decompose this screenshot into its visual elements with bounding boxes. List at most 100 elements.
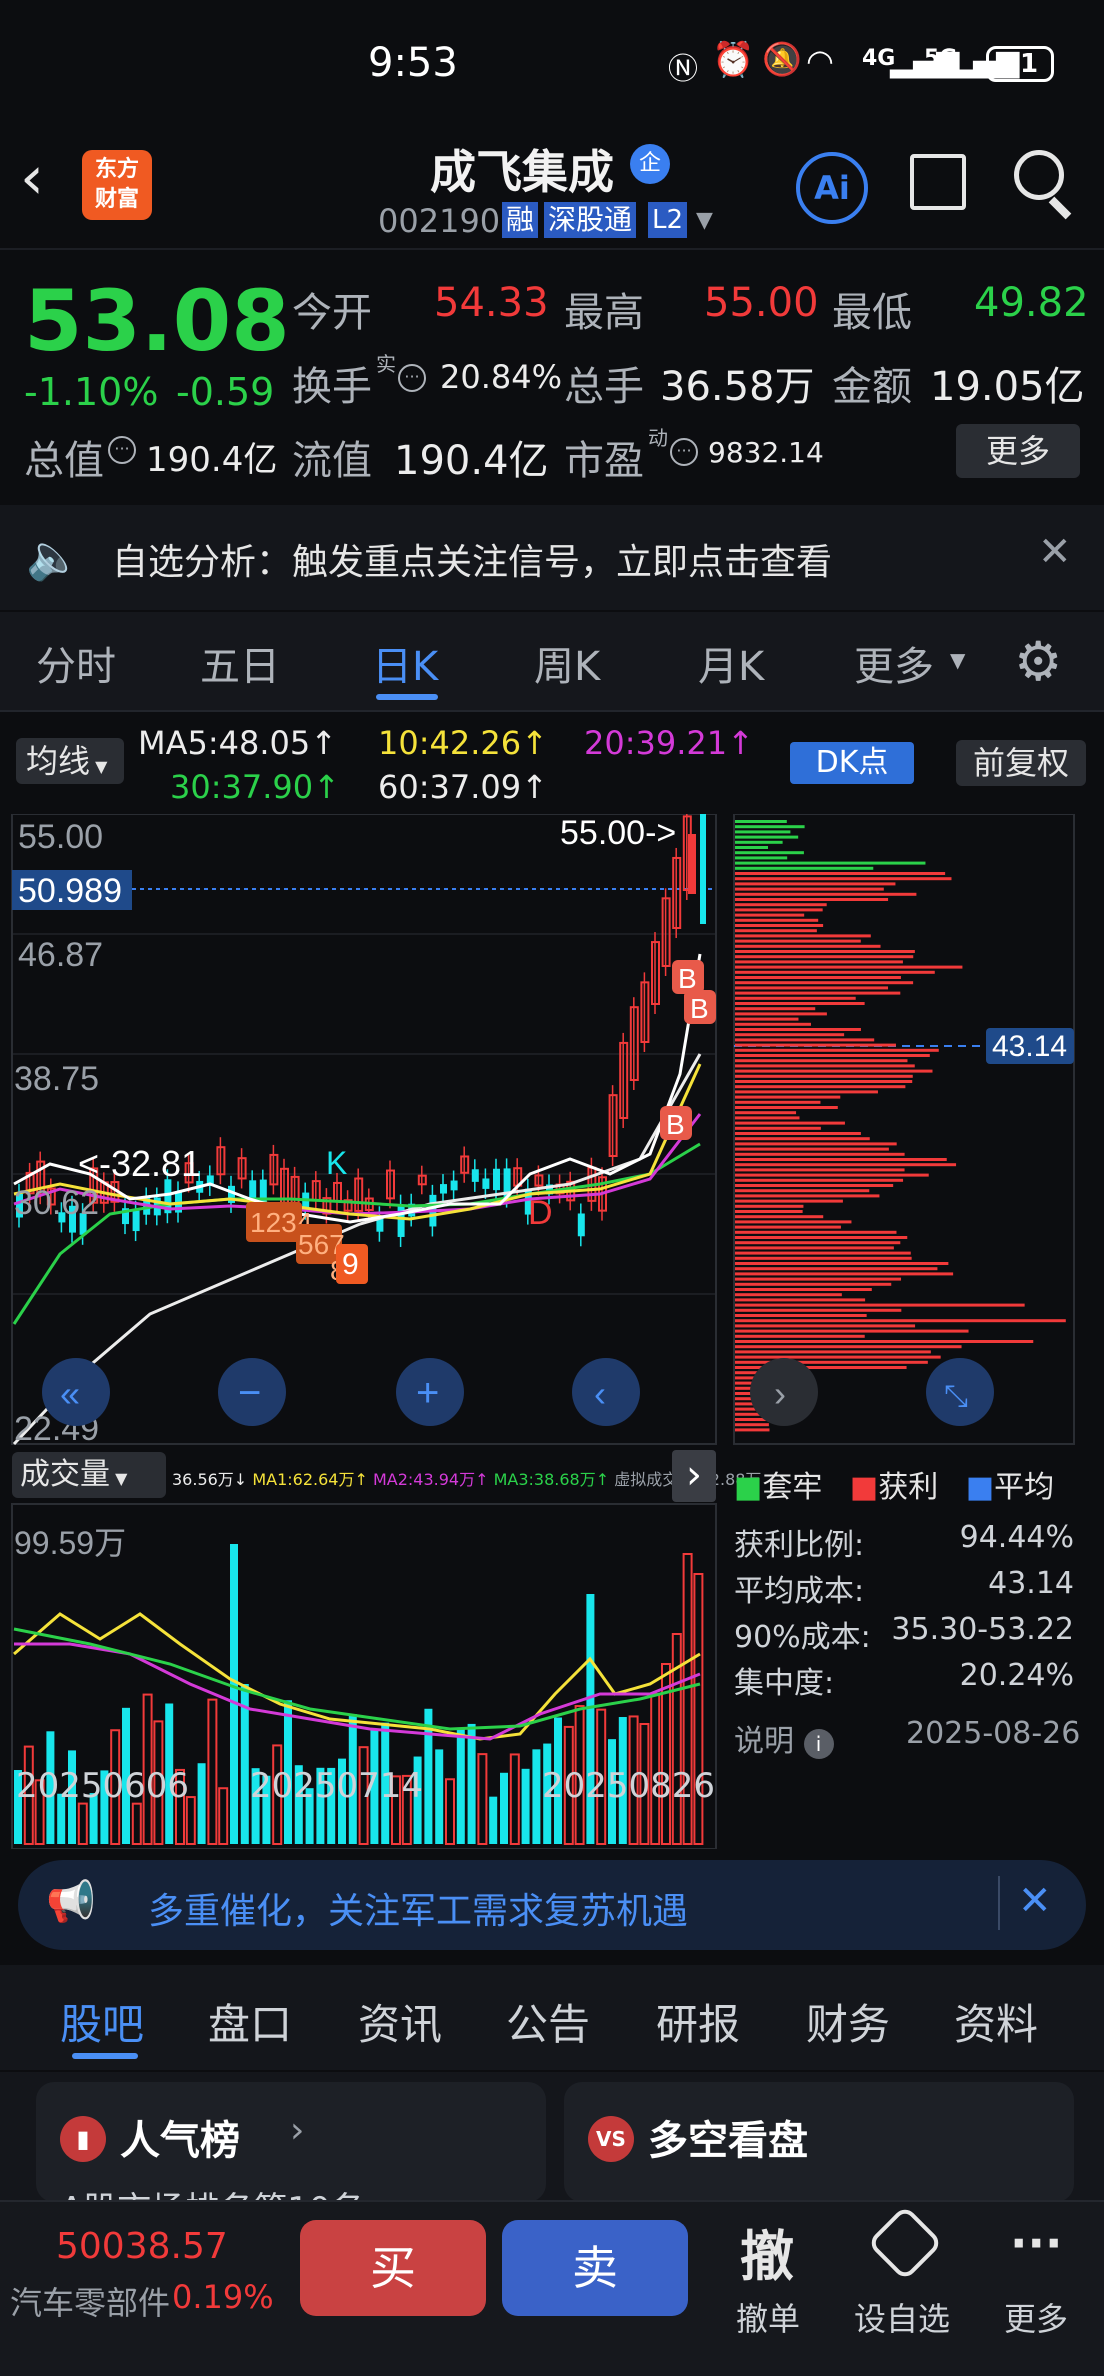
candle bbox=[440, 1184, 447, 1194]
chevron-right-icon[interactable]: › bbox=[672, 1450, 716, 1502]
chip-bar bbox=[735, 981, 914, 985]
close-icon[interactable]: ✕ bbox=[1018, 1878, 1052, 1924]
chip-stat-label: 获利比例: bbox=[734, 1528, 865, 1563]
stock-name: 成飞集成 bbox=[430, 145, 614, 199]
value-volume: 36.58万 bbox=[660, 364, 815, 410]
chip-bar bbox=[735, 1194, 880, 1198]
card-bull-bear[interactable]: VS 多空看盘 bbox=[564, 2082, 1074, 2202]
value-turnover: 20.84% bbox=[440, 358, 563, 396]
current-marker: 50.989 bbox=[18, 872, 122, 910]
dk-point-button[interactable]: DK点 bbox=[790, 742, 914, 784]
chevron-down-icon[interactable]: ▼ bbox=[696, 208, 713, 233]
card-popularity[interactable]: ▮ 人气榜 › A股市场排名第10名 bbox=[36, 2082, 546, 2202]
ai-button[interactable]: Ai bbox=[796, 152, 868, 224]
more-label[interactable]: 更多 bbox=[1004, 2294, 1068, 2340]
volume-bar bbox=[489, 1796, 498, 1844]
tab-monthly-k[interactable]: 月K bbox=[698, 634, 764, 692]
chip-bar bbox=[735, 1251, 911, 1255]
chip-note-label: 说明 bbox=[734, 1724, 794, 1759]
sell-button[interactable]: 卖 bbox=[502, 2220, 688, 2316]
chip-stat-value: 43.14 bbox=[988, 1566, 1074, 1601]
b-mark-2: B bbox=[690, 993, 709, 1024]
index-pct: 0.19% bbox=[172, 2278, 274, 2316]
buy-button[interactable]: 买 bbox=[300, 2220, 486, 2316]
scroll-left-button[interactable] bbox=[572, 1358, 640, 1426]
info-dots-icon[interactable]: ··· bbox=[670, 438, 698, 466]
chip-bar bbox=[735, 820, 787, 823]
label-open: 今开 bbox=[292, 290, 372, 336]
chip-note[interactable]: 说明 i bbox=[734, 1716, 834, 1760]
chip-bar bbox=[735, 929, 817, 933]
promo-banner[interactable]: 📢 多重催化，关注军工需求复苏机遇 ✕ bbox=[18, 1860, 1086, 1950]
tab-weekly-k[interactable]: 周K bbox=[534, 634, 600, 692]
legend-average: 平均 bbox=[994, 1470, 1055, 1505]
tab-research[interactable]: 研报 bbox=[656, 1991, 740, 2052]
volume-bar bbox=[509, 1753, 520, 1846]
sup-dong: 动 bbox=[648, 426, 668, 450]
chip-bar bbox=[735, 1288, 872, 1291]
chip-bar bbox=[735, 1334, 865, 1338]
share-icon[interactable] bbox=[910, 154, 966, 210]
analysis-banner[interactable]: 🔈 自选分析：触发重点关注信号，立即点击查看 ✕ bbox=[0, 505, 1104, 610]
index-value: 50038.57 bbox=[56, 2226, 228, 2267]
chip-bar bbox=[735, 1007, 816, 1011]
more-button[interactable]: 更多 bbox=[956, 424, 1080, 478]
period-tabs: 分时 五日 日K 周K 月K 更多 ▼ ⚙ bbox=[0, 612, 1104, 712]
chip-bar bbox=[735, 1163, 957, 1167]
close-icon[interactable]: ✕ bbox=[1038, 529, 1072, 575]
tab-finance[interactable]: 财务 bbox=[806, 1991, 890, 2052]
chip-bar bbox=[735, 1168, 905, 1172]
chip-stat-value: 94.44% bbox=[959, 1520, 1074, 1555]
candle bbox=[450, 1180, 458, 1191]
cancel-order-icon[interactable]: 撤 bbox=[740, 2212, 794, 2291]
value-amount: 19.05亿 bbox=[930, 364, 1085, 410]
chip-bar bbox=[735, 1017, 799, 1021]
back-icon[interactable]: ‹ bbox=[20, 148, 44, 208]
cancel-order-label[interactable]: 撤单 bbox=[736, 2294, 800, 2340]
chip-bar bbox=[735, 1199, 843, 1203]
ma-select-button[interactable]: 均线 ▼ bbox=[16, 738, 124, 784]
value-high: 55.00 bbox=[704, 280, 819, 326]
info-dots-icon[interactable]: ··· bbox=[398, 364, 426, 392]
value-pe: 9832.14 bbox=[708, 436, 824, 469]
tab-profile[interactable]: 资料 bbox=[954, 1991, 1038, 2052]
adjust-button[interactable]: 前复权 bbox=[956, 740, 1086, 786]
tab-news[interactable]: 资讯 bbox=[358, 1991, 442, 2052]
chip-bar bbox=[735, 1152, 905, 1156]
search-icon[interactable] bbox=[1014, 150, 1064, 200]
info-dots-icon[interactable]: ··· bbox=[108, 436, 136, 464]
double-chevron-left-icon: « bbox=[60, 1373, 80, 1414]
chip-bar bbox=[735, 1220, 852, 1224]
chart-icon: ▮ bbox=[60, 2116, 106, 2162]
chip-bar bbox=[735, 1314, 867, 1317]
tab-guba[interactable]: 股吧 bbox=[60, 1991, 144, 2052]
tab-more[interactable]: 更多 bbox=[854, 634, 934, 692]
avg-marker: 43.14 bbox=[992, 1030, 1067, 1063]
ma10-line bbox=[13, 1063, 702, 1221]
add-watchlist-icon[interactable] bbox=[866, 2204, 944, 2282]
chip-bar bbox=[735, 1246, 894, 1250]
chip-bar bbox=[735, 1085, 906, 1089]
vol-ma3: MA3:38.68万↑ bbox=[493, 1470, 610, 1489]
more-dots-icon[interactable]: ··· bbox=[1010, 2216, 1062, 2270]
tab-five-day[interactable]: 五日 bbox=[200, 634, 280, 692]
vs-icon: VS bbox=[588, 2116, 634, 2162]
add-watchlist-label[interactable]: 设自选 bbox=[854, 2294, 950, 2340]
chip-bar bbox=[735, 1230, 897, 1234]
tab-orderbook[interactable]: 盘口 bbox=[208, 1991, 292, 2052]
chip-bar bbox=[735, 1126, 821, 1130]
chip-bar bbox=[735, 1324, 916, 1328]
chip-bar bbox=[735, 1043, 896, 1047]
tab-notices[interactable]: 公告 bbox=[506, 1991, 590, 2052]
tab-daily-k[interactable]: 日K bbox=[372, 634, 438, 692]
volume-select-button[interactable]: 成交量 ▼ bbox=[12, 1452, 166, 1498]
gear-icon[interactable]: ⚙ bbox=[1014, 630, 1062, 693]
tab-intraday[interactable]: 分时 bbox=[36, 634, 116, 692]
chip-stat-row: 获利比例: 94.44% bbox=[734, 1520, 1074, 1566]
chip-bar bbox=[735, 1215, 824, 1219]
chip-bar bbox=[735, 1080, 913, 1083]
chip-stat-row: 90%成本: 35.30-53.22 bbox=[734, 1612, 1074, 1658]
volume-bar bbox=[456, 1727, 465, 1844]
mute-icon: 🔕 bbox=[762, 40, 802, 78]
chip-bar bbox=[735, 861, 926, 865]
